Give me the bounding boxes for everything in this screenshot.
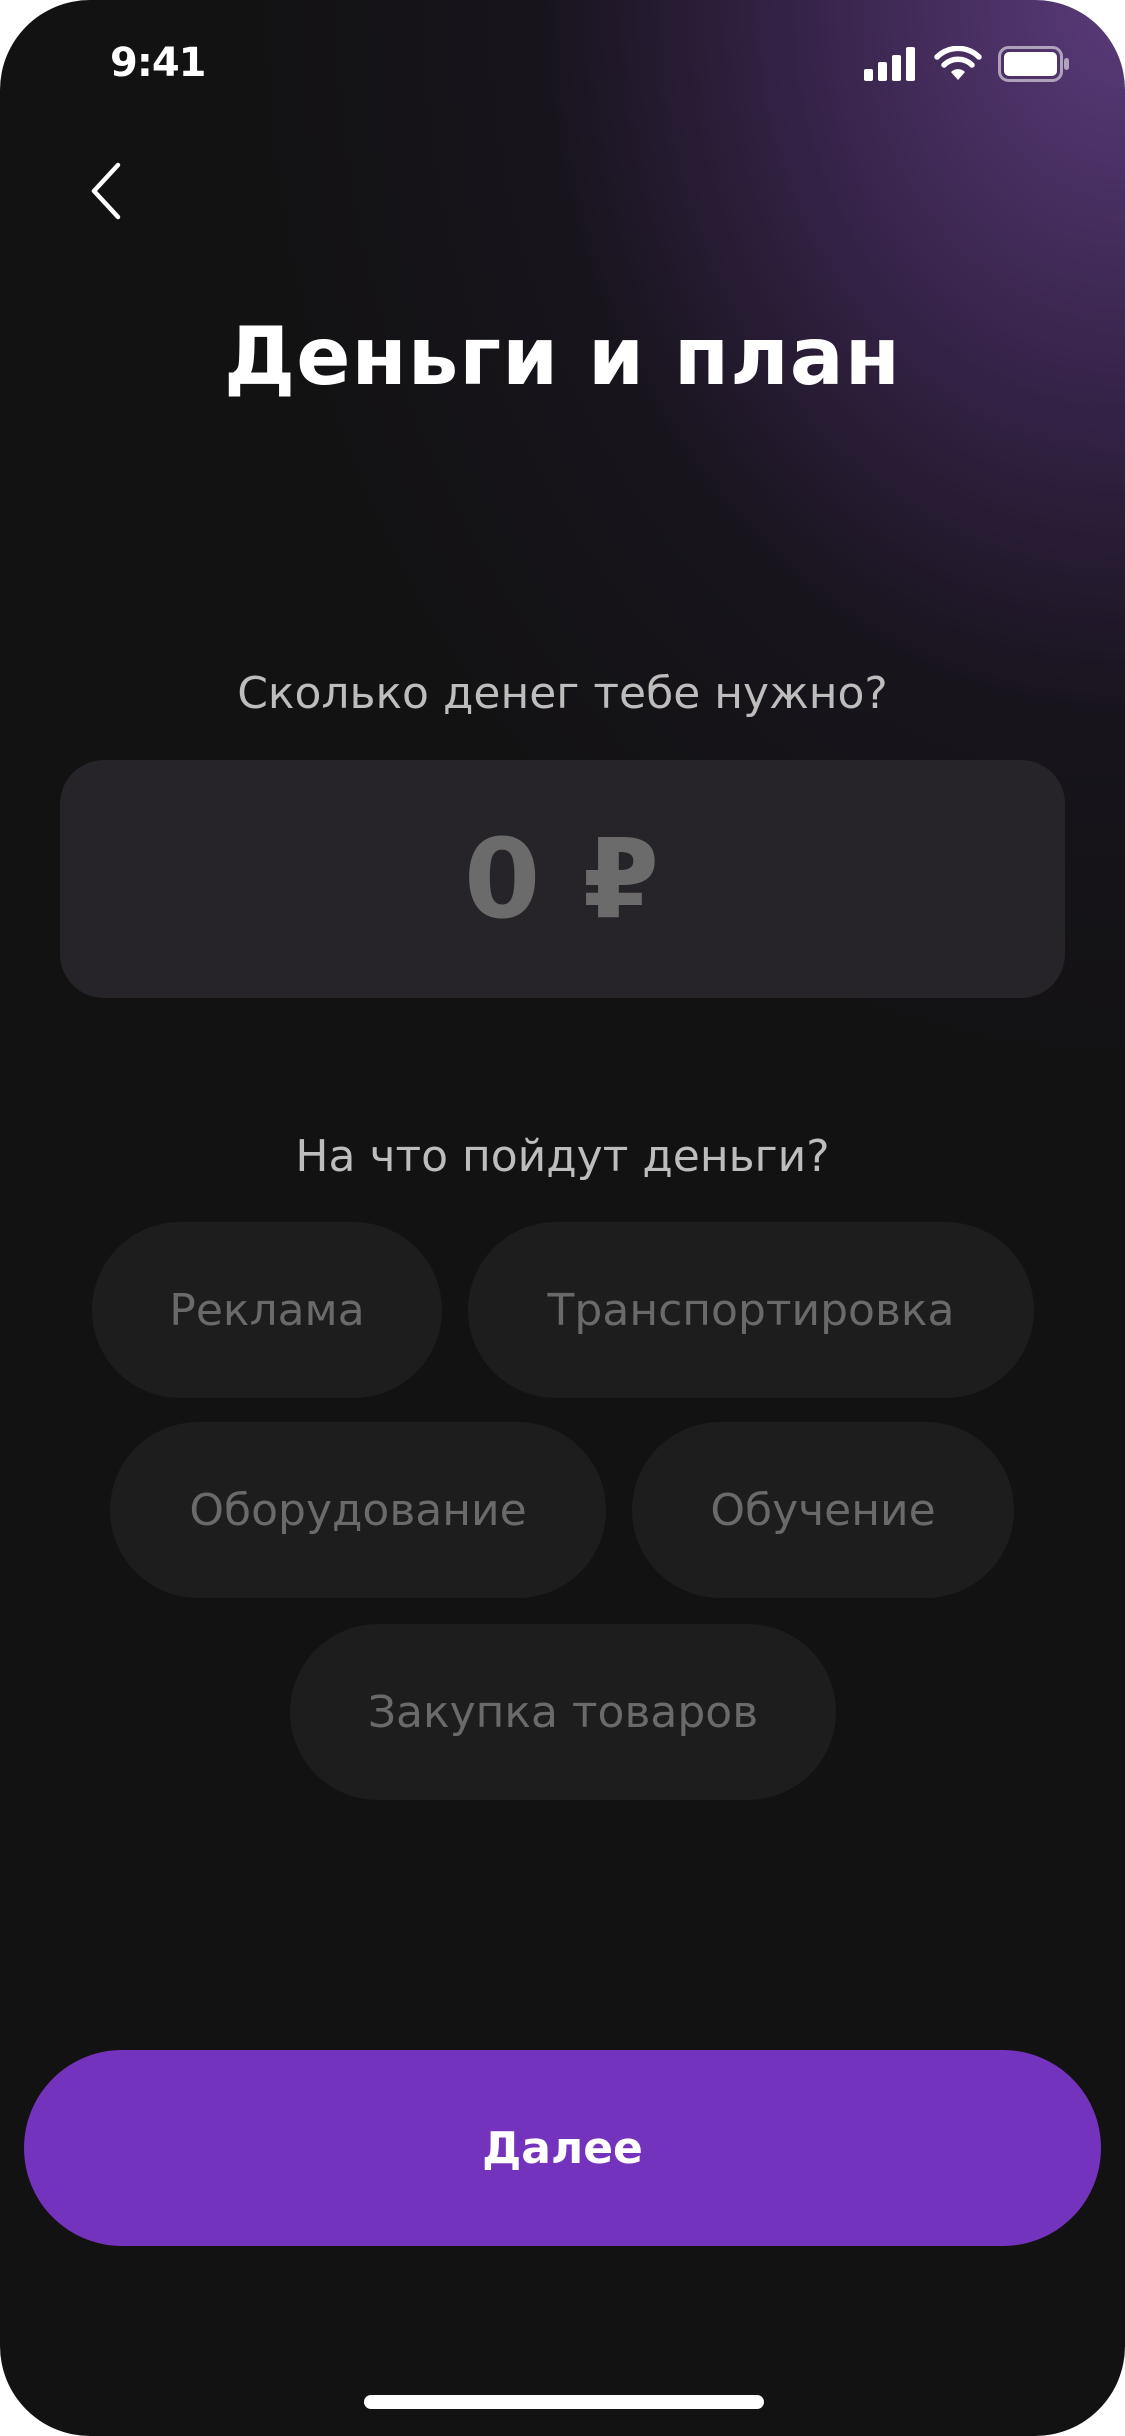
back-button[interactable] <box>76 155 136 231</box>
home-indicator[interactable] <box>364 2395 764 2409</box>
status-time: 9:41 <box>110 40 206 86</box>
page-title: Деньги и план <box>223 310 902 403</box>
purpose-chip-transportation[interactable]: Транспортировка <box>468 1222 1034 1398</box>
amount-question-label: Сколько денег тебе нужно? <box>237 668 888 719</box>
wifi-icon <box>934 45 982 86</box>
battery-icon <box>998 46 1070 86</box>
screen: 9:41 Деньги и план Сколько денег тебе ну… <box>0 0 1125 2436</box>
status-bar: 9:41 <box>0 0 1125 140</box>
purpose-question-label: На что пойдут деньги? <box>295 1131 830 1182</box>
amount-value: 0 ₽ <box>463 815 662 943</box>
purpose-chip-advertising[interactable]: Реклама <box>92 1222 442 1398</box>
next-button[interactable]: Далее <box>24 2050 1101 2246</box>
cellular-signal-icon <box>864 47 918 85</box>
purpose-chip-equipment[interactable]: Оборудование <box>110 1422 606 1598</box>
amount-input[interactable]: 0 ₽ <box>60 760 1065 998</box>
status-icons <box>864 45 1070 86</box>
chevron-left-icon <box>88 161 124 225</box>
purpose-chip-goods-purchase[interactable]: Закупка товаров <box>290 1624 836 1800</box>
purpose-chip-training[interactable]: Обучение <box>632 1422 1014 1598</box>
